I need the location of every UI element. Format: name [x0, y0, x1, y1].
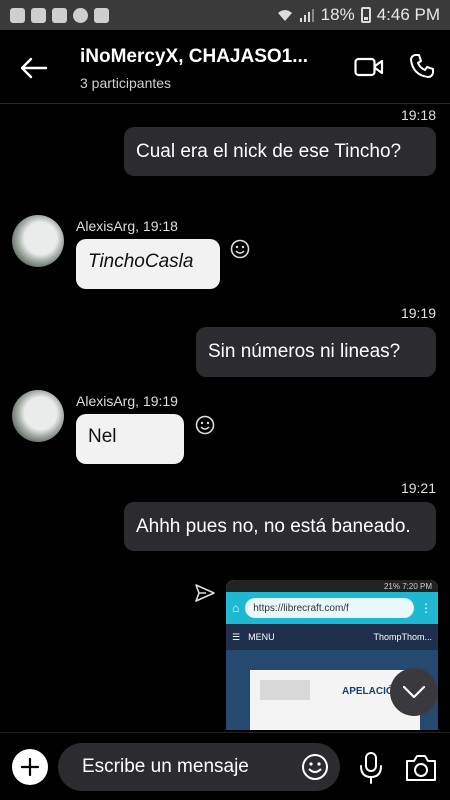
- composer-bar: [0, 732, 450, 800]
- more-icon: ⋮: [420, 601, 432, 615]
- attachment-url-bar: ⌂ https://librecraft.com/f ⋮: [226, 592, 438, 624]
- message-timestamp: 19:18: [400, 107, 436, 123]
- microphone-icon[interactable]: [356, 751, 386, 785]
- camera-icon[interactable]: [404, 753, 438, 783]
- message-list[interactable]: 19:18 Cual era el nick de ese Tincho? Al…: [0, 105, 450, 730]
- signal-icon: [299, 9, 314, 22]
- attachment-status-bar: 21% 7:20 PM: [226, 580, 438, 592]
- attachment-url: https://librecraft.com/f: [245, 598, 414, 618]
- back-button[interactable]: [14, 48, 54, 88]
- clock: 4:46 PM: [376, 5, 440, 24]
- incoming-message[interactable]: TinchoCasla: [76, 239, 220, 289]
- participants-count[interactable]: 3 participantes: [80, 75, 171, 91]
- chevron-down-icon: [402, 685, 426, 699]
- battery-percent: 18%: [320, 5, 355, 24]
- gallery-notification-icon: [10, 7, 25, 23]
- message-field[interactable]: [58, 743, 340, 791]
- outgoing-message[interactable]: Cual era el nick de ese Tincho?: [124, 127, 436, 176]
- game-notification-icon: [31, 7, 46, 23]
- sent-status-icon: [195, 584, 215, 602]
- whatsapp-notification-icon: [73, 7, 88, 23]
- add-reaction-icon[interactable]: [230, 239, 250, 259]
- chat-title[interactable]: iNoMercyX, CHAJASO1...: [80, 46, 342, 68]
- plus-icon: [20, 757, 40, 777]
- add-reaction-icon[interactable]: [195, 415, 215, 435]
- chat-header: iNoMercyX, CHAJASO1... 3 participantes: [0, 30, 450, 104]
- app-notification-icon: [94, 7, 109, 23]
- avatar[interactable]: [12, 215, 64, 267]
- message-timestamp: 19:21: [400, 480, 436, 496]
- add-button[interactable]: [12, 749, 48, 785]
- avatar[interactable]: [12, 390, 64, 442]
- message-timestamp: 19:19: [400, 305, 436, 321]
- sender-name: AlexisArg, 19:18: [76, 218, 178, 234]
- attachment-site-menu: ☰ MENU ThompThom...: [226, 624, 438, 650]
- wifi-icon: [277, 10, 292, 21]
- emoji-icon[interactable]: [300, 752, 330, 782]
- phone-icon: [410, 54, 434, 78]
- voice-call-button[interactable]: [406, 50, 438, 82]
- message-input[interactable]: [82, 755, 292, 779]
- menu-icon: ☰: [232, 631, 241, 642]
- home-icon: ⌂: [232, 601, 240, 615]
- incoming-message[interactable]: Nel: [76, 414, 184, 464]
- arrow-left-icon: [20, 57, 48, 79]
- video-camera-icon: [354, 57, 384, 77]
- outgoing-message[interactable]: Ahhh pues no, no está baneado.: [124, 502, 436, 551]
- battery-icon: [360, 7, 371, 23]
- sender-name: AlexisArg, 19:19: [76, 393, 178, 409]
- scroll-to-bottom-button[interactable]: [390, 668, 438, 716]
- status-bar: 18% 4:46 PM: [0, 0, 450, 30]
- outgoing-message[interactable]: Sin números ni lineas?: [196, 327, 436, 377]
- game-notification-icon: [52, 7, 67, 23]
- video-call-button[interactable]: [352, 52, 386, 82]
